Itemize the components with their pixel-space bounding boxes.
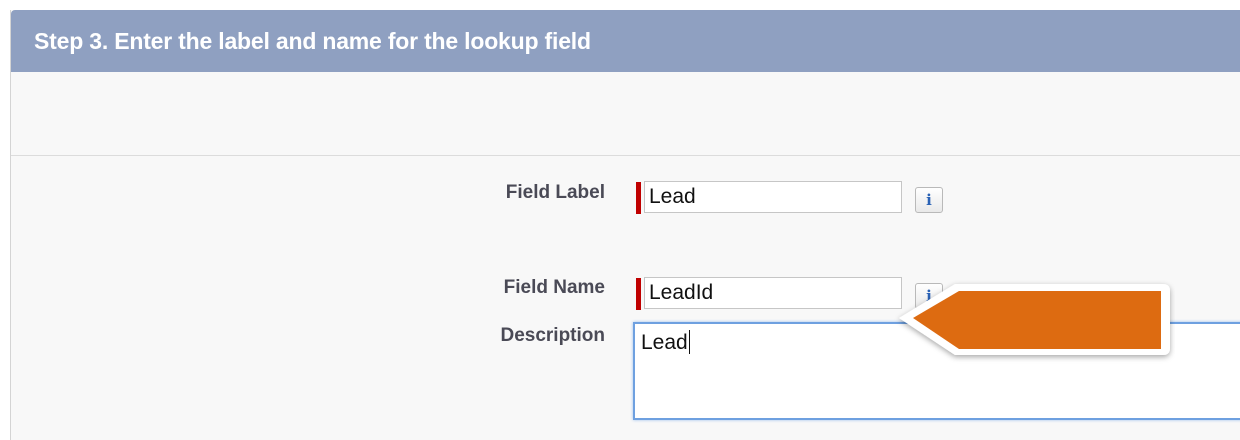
description-label: Description bbox=[500, 325, 605, 346]
description-row-label-wrap: Description bbox=[11, 325, 605, 349]
field-label-label: Field Label bbox=[505, 182, 605, 203]
header-spacer bbox=[11, 72, 1240, 156]
required-marker bbox=[636, 182, 641, 214]
info-icon: i bbox=[926, 287, 932, 305]
description-text: Lead bbox=[641, 331, 688, 354]
field-name-info-button[interactable]: i bbox=[915, 283, 943, 309]
step-header: Step 3. Enter the label and name for the… bbox=[11, 10, 1240, 72]
field-label-row-label-wrap: Field Label bbox=[11, 182, 605, 206]
field-name-row-label-wrap: Field Name bbox=[11, 277, 605, 301]
field-name-input[interactable]: LeadId bbox=[644, 277, 902, 309]
field-label-input[interactable]: Lead bbox=[644, 181, 902, 213]
field-name-label: Field Name bbox=[503, 277, 605, 298]
description-textarea[interactable]: Lead bbox=[633, 322, 1240, 420]
info-icon: i bbox=[926, 191, 932, 209]
required-marker bbox=[636, 278, 641, 310]
field-label-info-button[interactable]: i bbox=[915, 187, 943, 213]
text-caret bbox=[688, 330, 690, 354]
step-title: Step 3. Enter the label and name for the… bbox=[34, 28, 591, 54]
